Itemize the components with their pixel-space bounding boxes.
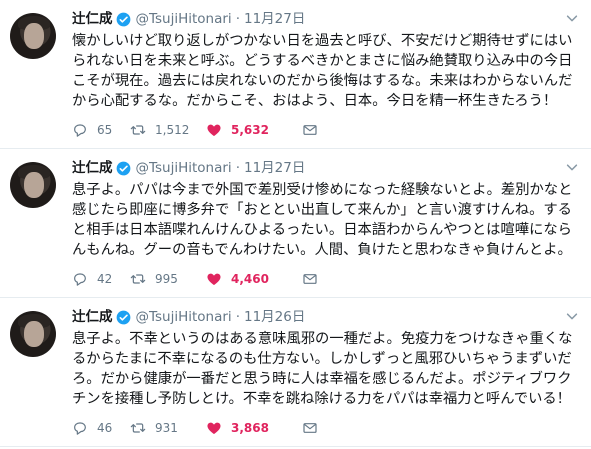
- reply-button[interactable]: 65: [72, 122, 130, 138]
- retweet-count: 931: [155, 421, 178, 435]
- retweet-count: 1,512: [155, 123, 190, 137]
- avatar[interactable]: [10, 162, 56, 208]
- tweet[interactable]: 辻仁成 @TsujiHitonari · 11月27日 息子よ。パパは今まで外国…: [0, 149, 591, 298]
- author-handle[interactable]: @TsujiHitonari: [136, 10, 232, 28]
- reply-count: 46: [97, 421, 113, 435]
- retweet-icon: [130, 125, 146, 135]
- tweet[interactable]: 辻仁成 @TsujiHitonari · 11月26日 息子よ。不幸というのはあ…: [0, 298, 591, 447]
- tweet-actions: 65 1,512 5,632: [72, 122, 318, 138]
- verified-badge-icon: [116, 12, 131, 27]
- retweet-count: 995: [155, 272, 178, 286]
- author-handle[interactable]: @TsujiHitonari: [136, 159, 232, 177]
- tweet-header: 辻仁成 @TsujiHitonari · 11月27日: [72, 10, 579, 28]
- verified-badge-icon: [116, 310, 131, 325]
- reply-count: 65: [97, 123, 113, 137]
- retweet-icon: [130, 423, 146, 433]
- tweet-text: 息子よ。パパは今まで外国で差別受け惨めになった経験ないとよ。差別かなと感じたら即…: [72, 182, 573, 258]
- author-name[interactable]: 辻仁成: [72, 159, 113, 177]
- tweet-actions: 42 995 4,460: [72, 271, 318, 287]
- heart-icon: [207, 124, 221, 136]
- separator-dot: ·: [235, 11, 240, 27]
- tweet-header: 辻仁成 @TsujiHitonari · 11月27日: [72, 159, 579, 177]
- tweet-header: 辻仁成 @TsujiHitonari · 11月26日: [72, 308, 579, 326]
- mail-icon: [303, 423, 317, 433]
- message-button[interactable]: [302, 271, 318, 287]
- reply-count: 42: [97, 272, 113, 286]
- like-button[interactable]: 4,460: [206, 271, 302, 287]
- heart-icon: [207, 422, 221, 434]
- tweet-date[interactable]: 11月27日: [244, 159, 305, 177]
- avatar[interactable]: [10, 311, 56, 357]
- separator-dot: ·: [235, 309, 240, 325]
- reply-icon: [74, 422, 86, 435]
- retweet-button[interactable]: 1,512: [130, 122, 206, 138]
- like-button[interactable]: 3,868: [206, 420, 302, 436]
- mail-icon: [303, 274, 317, 284]
- reply-button[interactable]: 46: [72, 420, 130, 436]
- verified-badge-icon: [116, 161, 131, 176]
- chevron-down-icon[interactable]: [565, 308, 579, 322]
- heart-icon: [207, 273, 221, 285]
- chevron-down-icon[interactable]: [565, 10, 579, 24]
- tweet-date[interactable]: 11月27日: [244, 10, 305, 28]
- like-count: 5,632: [231, 123, 269, 137]
- author-name[interactable]: 辻仁成: [72, 308, 113, 326]
- tweet-text: 息子よ。不幸というのはある意味風邪の一種だよ。免疫力をつけなきゃ重くなるからたま…: [72, 331, 573, 407]
- tweet-text: 懐かしいけど取り返しがつかない日を過去と呼び、不安だけど期待せずにはいられない日…: [72, 33, 573, 109]
- like-button[interactable]: 5,632: [206, 122, 302, 138]
- message-button[interactable]: [302, 122, 318, 138]
- message-button[interactable]: [302, 420, 318, 436]
- tweet[interactable]: 辻仁成 @TsujiHitonari · 11月27日 懐かしいけど取り返しがつ…: [0, 0, 591, 149]
- like-count: 4,460: [231, 272, 269, 286]
- retweet-button[interactable]: 931: [130, 420, 206, 436]
- chevron-down-icon[interactable]: [565, 159, 579, 173]
- like-count: 3,868: [231, 421, 269, 435]
- author-handle[interactable]: @TsujiHitonari: [136, 308, 232, 326]
- reply-icon: [74, 124, 86, 137]
- mail-icon: [303, 125, 317, 135]
- avatar[interactable]: [10, 13, 56, 59]
- author-name[interactable]: 辻仁成: [72, 10, 113, 28]
- tweet-actions: 46 931 3,868: [72, 420, 318, 436]
- separator-dot: ·: [235, 160, 240, 176]
- reply-icon: [74, 273, 86, 286]
- retweet-button[interactable]: 995: [130, 271, 206, 287]
- reply-button[interactable]: 42: [72, 271, 130, 287]
- retweet-icon: [130, 274, 146, 284]
- tweet-date[interactable]: 11月26日: [244, 308, 305, 326]
